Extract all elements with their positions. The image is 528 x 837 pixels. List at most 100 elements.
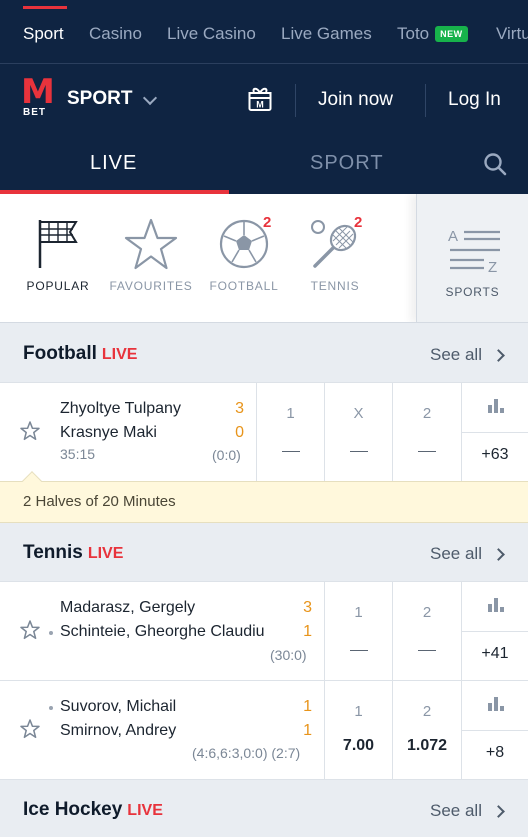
more-markets-cell: +63 [461,383,528,481]
odd-unavailable [349,451,368,452]
stats-icon[interactable] [488,697,504,711]
favourite-star-icon[interactable] [20,719,40,739]
odd-player-1[interactable]: 1 [324,582,392,680]
player-2: Smirnov, Andrey [60,722,177,739]
logo-m: M [21,72,55,112]
match-row-tennis-2[interactable]: Suvorov, Michail Smirnov, Andrey 1 1 (4:… [0,680,528,779]
chevron-right-icon[interactable] [492,349,505,362]
odd-unavailable [418,650,436,651]
category-favourites[interactable]: FAVOURITES [106,194,196,322]
tab-toto-label: Toto [397,24,430,43]
odd-player-2[interactable]: 2 [392,582,461,680]
live-tag: LIVE [87,545,124,562]
more-markets-button[interactable]: +41 [462,645,528,663]
favourite-star-icon[interactable] [20,421,40,441]
serve-indicator [49,631,53,635]
category-tennis[interactable]: 2 TENNIS [290,194,380,322]
join-now-button[interactable]: Join now [318,89,393,111]
serve-indicator [49,706,53,710]
stats-icon[interactable] [488,399,504,413]
odd-label: 1 [354,703,363,720]
gift-icon[interactable]: M [248,86,272,112]
section-title: Tennis LIVE [23,542,123,564]
section-title-text: Ice Hockey [23,799,123,820]
live-sport-tabs: LIVE SPORT [0,134,528,194]
tab-sport[interactable]: Sport [23,24,64,44]
tab-live-casino[interactable]: Live Casino [167,24,256,44]
tennis-section-header: Tennis LIVE See all [0,523,528,581]
football-count: 2 [263,214,272,231]
see-all-tennis[interactable]: See all [430,544,482,564]
odd-label: 1 [354,604,363,621]
category-label: TENNIS [310,279,360,293]
tab-virtual[interactable]: Virtu [496,24,528,44]
odd-value: 1.072 [406,737,448,754]
odd-label: 2 [422,703,432,720]
tab-sport-list[interactable]: SPORT [310,152,384,175]
more-markets-cell: +8 [461,681,528,779]
main-header: M BET SPORT M Join now Log In [0,64,528,134]
chevron-right-icon[interactable] [492,548,505,561]
category-label: FAVOURITES [109,279,193,293]
tab-live[interactable]: LIVE [90,152,137,175]
score-player-1: 1 [303,698,312,715]
top-navigation: Sport Casino Live Casino Live Games Toto… [0,0,528,64]
score-away: 0 [235,424,244,441]
see-all-football[interactable]: See all [430,345,482,365]
odd-label: 2 [422,604,432,621]
sport-category-bar: POPULAR FAVOURITES 2 FOOTBALL 2 TENNIS A… [0,194,528,323]
odd-draw[interactable]: X [324,383,392,481]
category-label: POPULAR [26,279,90,293]
section-title-text: Tennis [23,542,83,563]
svg-text:Z: Z [488,259,497,274]
match-row-tennis-1[interactable]: Madarasz, Gergely Schinteie, Gheorghe Cl… [0,581,528,680]
category-label: FOOTBALL [209,279,279,293]
flag-icon [38,220,78,268]
header-divider [295,84,296,117]
more-markets-cell: +41 [461,582,528,680]
stats-icon[interactable] [488,598,504,612]
team-away: Krasnye Maki [60,424,157,441]
all-sports-button[interactable]: A Z SPORTS [416,194,528,322]
favourite-star-icon[interactable] [20,620,40,640]
category-football[interactable]: 2 FOOTBALL [199,194,289,322]
cell-divider [462,730,528,731]
tab-live-games[interactable]: Live Games [281,24,372,44]
new-badge: NEW [435,26,468,42]
see-all-icehockey[interactable]: See all [430,801,482,821]
star-icon [124,218,178,270]
match-row-football[interactable]: Zhyoltye Tulpany Krasnye Maki 3 0 35:15 … [0,382,528,481]
player-2: Schinteie, Gheorghe Claudiu [60,623,265,640]
login-button[interactable]: Log In [448,89,501,111]
sports-az-icon: A Z [448,228,500,274]
cell-divider [462,432,528,433]
live-tag: LIVE [101,346,138,363]
odd-player-2[interactable]: 2 1.072 [392,681,461,779]
score-player-1: 3 [303,599,312,616]
player-1: Suvorov, Michail [60,698,177,715]
set-score: (4:6,6:3,0:0) (2:7) [192,745,301,761]
team-home: Zhyoltye Tulpany [60,400,181,417]
tennis-count: 2 [354,214,363,231]
tab-toto[interactable]: Toto NEW [397,24,468,44]
svg-text:M: M [256,100,264,110]
mbet-logo[interactable]: M BET [21,75,55,119]
tab-casino[interactable]: Casino [89,24,142,44]
chevron-down-icon[interactable] [142,90,158,106]
more-markets-button[interactable]: +8 [462,744,528,762]
svg-text:A: A [448,228,458,245]
icehockey-section-header: Ice Hockey LIVE See all [0,779,528,837]
odd-value: 7.00 [342,737,375,754]
active-tab-indicator [23,6,67,9]
odd-home[interactable]: 1 [256,383,324,481]
more-markets-button[interactable]: +63 [462,446,528,464]
sport-dropdown[interactable]: SPORT [67,88,132,110]
search-icon[interactable] [483,152,507,176]
cell-divider [462,631,528,632]
odd-away[interactable]: 2 [392,383,461,481]
category-popular[interactable]: POPULAR [13,194,103,322]
all-sports-label: SPORTS [445,285,500,299]
chevron-right-icon[interactable] [492,805,505,818]
odd-player-1[interactable]: 1 7.00 [324,681,392,779]
live-tag: LIVE [127,802,163,819]
